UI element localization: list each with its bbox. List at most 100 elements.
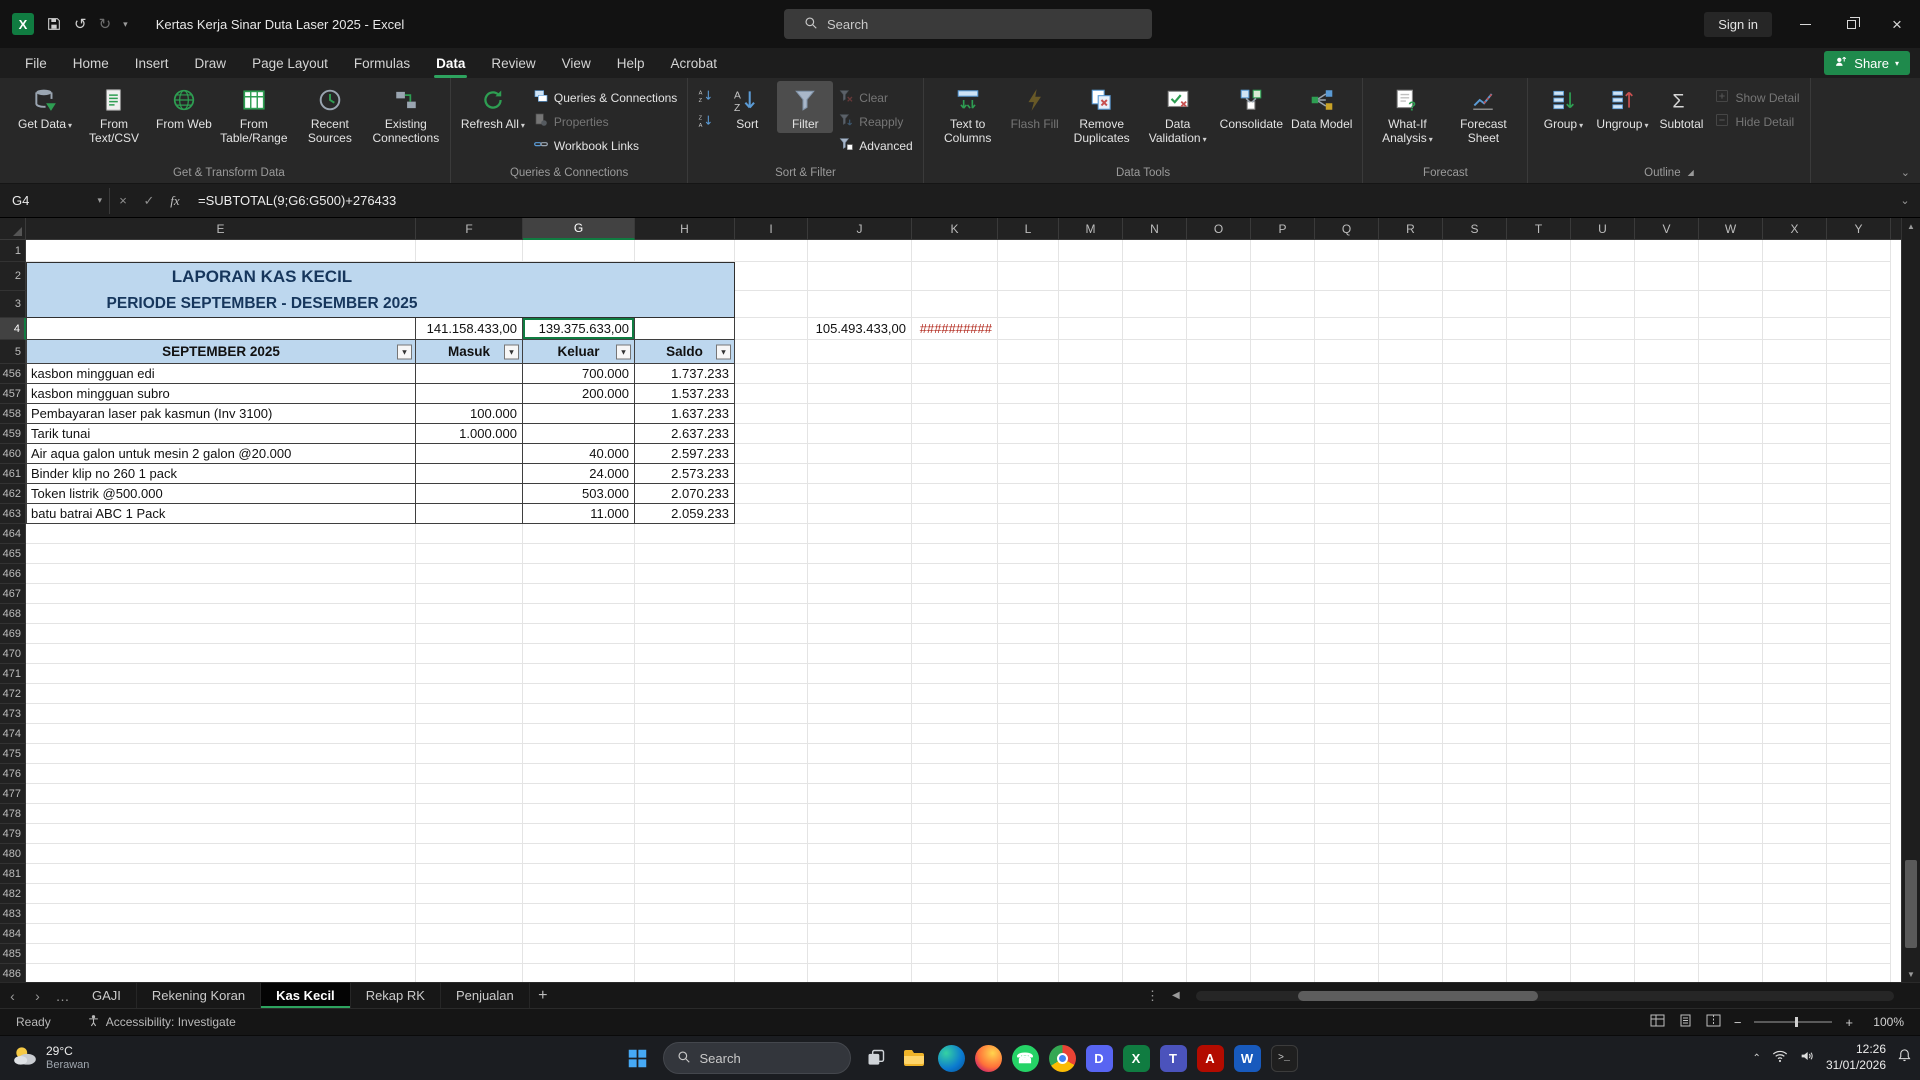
row-header-479[interactable]: 479 [0,824,26,844]
cell[interactable] [998,262,1059,291]
formula-bar-expand-icon[interactable]: ⌄ [1890,194,1920,207]
cell-G457[interactable]: 200.000 [523,384,635,404]
cell[interactable] [1827,924,1891,944]
cell[interactable] [1635,384,1699,404]
cell[interactable] [1123,604,1187,624]
cell[interactable] [26,564,416,584]
cell[interactable] [635,784,735,804]
cell-H4[interactable] [635,318,735,340]
cell[interactable] [416,764,523,784]
cell[interactable] [998,624,1059,644]
filter-dropdown-icon[interactable]: ▾ [716,344,731,359]
cell[interactable] [523,784,635,804]
column-header-N[interactable]: N [1123,218,1187,240]
cell[interactable] [808,340,912,364]
cell[interactable] [1379,784,1443,804]
cell[interactable] [1443,240,1507,262]
column-header-E[interactable]: E [26,218,416,240]
cell[interactable] [523,884,635,904]
cell-F460[interactable] [416,444,523,464]
cell[interactable] [26,604,416,624]
cell[interactable] [998,784,1059,804]
cell[interactable] [1763,644,1827,664]
cell[interactable] [912,924,998,944]
cell[interactable] [1379,544,1443,564]
cell[interactable] [1507,384,1571,404]
cell[interactable] [1699,844,1763,864]
cell[interactable] [808,504,912,524]
cell[interactable] [1763,624,1827,644]
remove-duplicates-button[interactable]: Remove Duplicates [1065,81,1139,147]
filter-header-saldo[interactable]: Saldo▾ [635,340,735,364]
cell[interactable] [1763,604,1827,624]
clock-widget[interactable]: 12:26 31/01/2026 [1826,1042,1886,1073]
cell[interactable] [808,804,912,824]
cell[interactable] [635,904,735,924]
cell[interactable] [1571,524,1635,544]
cell[interactable] [523,864,635,884]
cell[interactable] [808,924,912,944]
cell[interactable] [1827,644,1891,664]
cell[interactable] [998,524,1059,544]
cell[interactable] [808,664,912,684]
cell[interactable] [1507,784,1571,804]
cell[interactable] [1571,844,1635,864]
cell[interactable] [1123,262,1187,291]
cell[interactable] [998,584,1059,604]
cell[interactable] [26,924,416,944]
terminal-icon[interactable]: >_ [1271,1045,1298,1072]
cell[interactable] [735,904,808,924]
cell[interactable] [1251,464,1315,484]
cell[interactable] [998,424,1059,444]
column-header-V[interactable]: V [1635,218,1699,240]
cell[interactable] [1059,262,1123,291]
cell[interactable] [1443,804,1507,824]
cell[interactable] [1571,318,1635,340]
cell[interactable] [808,844,912,864]
filter-header-keluar[interactable]: Keluar▾ [523,340,635,364]
cell[interactable] [998,844,1059,864]
cell-F463[interactable] [416,504,523,524]
cell[interactable] [998,824,1059,844]
cell[interactable] [1763,924,1827,944]
cell[interactable] [1315,784,1379,804]
row-header-462[interactable]: 462 [0,484,26,504]
cancel-icon[interactable]: × [110,193,136,208]
cell[interactable] [1699,624,1763,644]
data-validation-button[interactable]: Data Validation▾ [1141,81,1215,147]
cell[interactable] [1315,340,1379,364]
cell[interactable] [735,240,808,262]
cell-K4[interactable]: ########## [912,318,998,340]
cell[interactable] [1315,240,1379,262]
cell[interactable] [1699,884,1763,904]
cell[interactable] [1763,684,1827,704]
cell[interactable] [1635,724,1699,744]
cell[interactable] [1699,764,1763,784]
cell[interactable] [1379,644,1443,664]
cell[interactable] [1315,544,1379,564]
cell[interactable] [523,544,635,564]
cell[interactable] [1123,240,1187,262]
cell[interactable] [1635,904,1699,924]
cell[interactable] [1059,964,1123,982]
cell[interactable] [735,604,808,624]
cell[interactable] [1059,384,1123,404]
cell[interactable] [1507,944,1571,964]
cell[interactable] [523,684,635,704]
cell[interactable] [1187,318,1251,340]
recent-sources-button[interactable]: Recent Sources [293,81,367,147]
cell[interactable] [1315,404,1379,424]
cell[interactable] [1507,724,1571,744]
new-sheet-button[interactable]: + [530,987,556,1005]
cell[interactable] [998,604,1059,624]
row-header-480[interactable]: 480 [0,844,26,864]
cell[interactable] [1571,504,1635,524]
cell[interactable] [1315,704,1379,724]
cell[interactable] [912,764,998,784]
cell[interactable] [1251,544,1315,564]
cell[interactable] [1827,524,1891,544]
cell[interactable] [1763,584,1827,604]
cell[interactable] [998,504,1059,524]
cell[interactable] [1251,340,1315,364]
cell[interactable] [1827,340,1891,364]
